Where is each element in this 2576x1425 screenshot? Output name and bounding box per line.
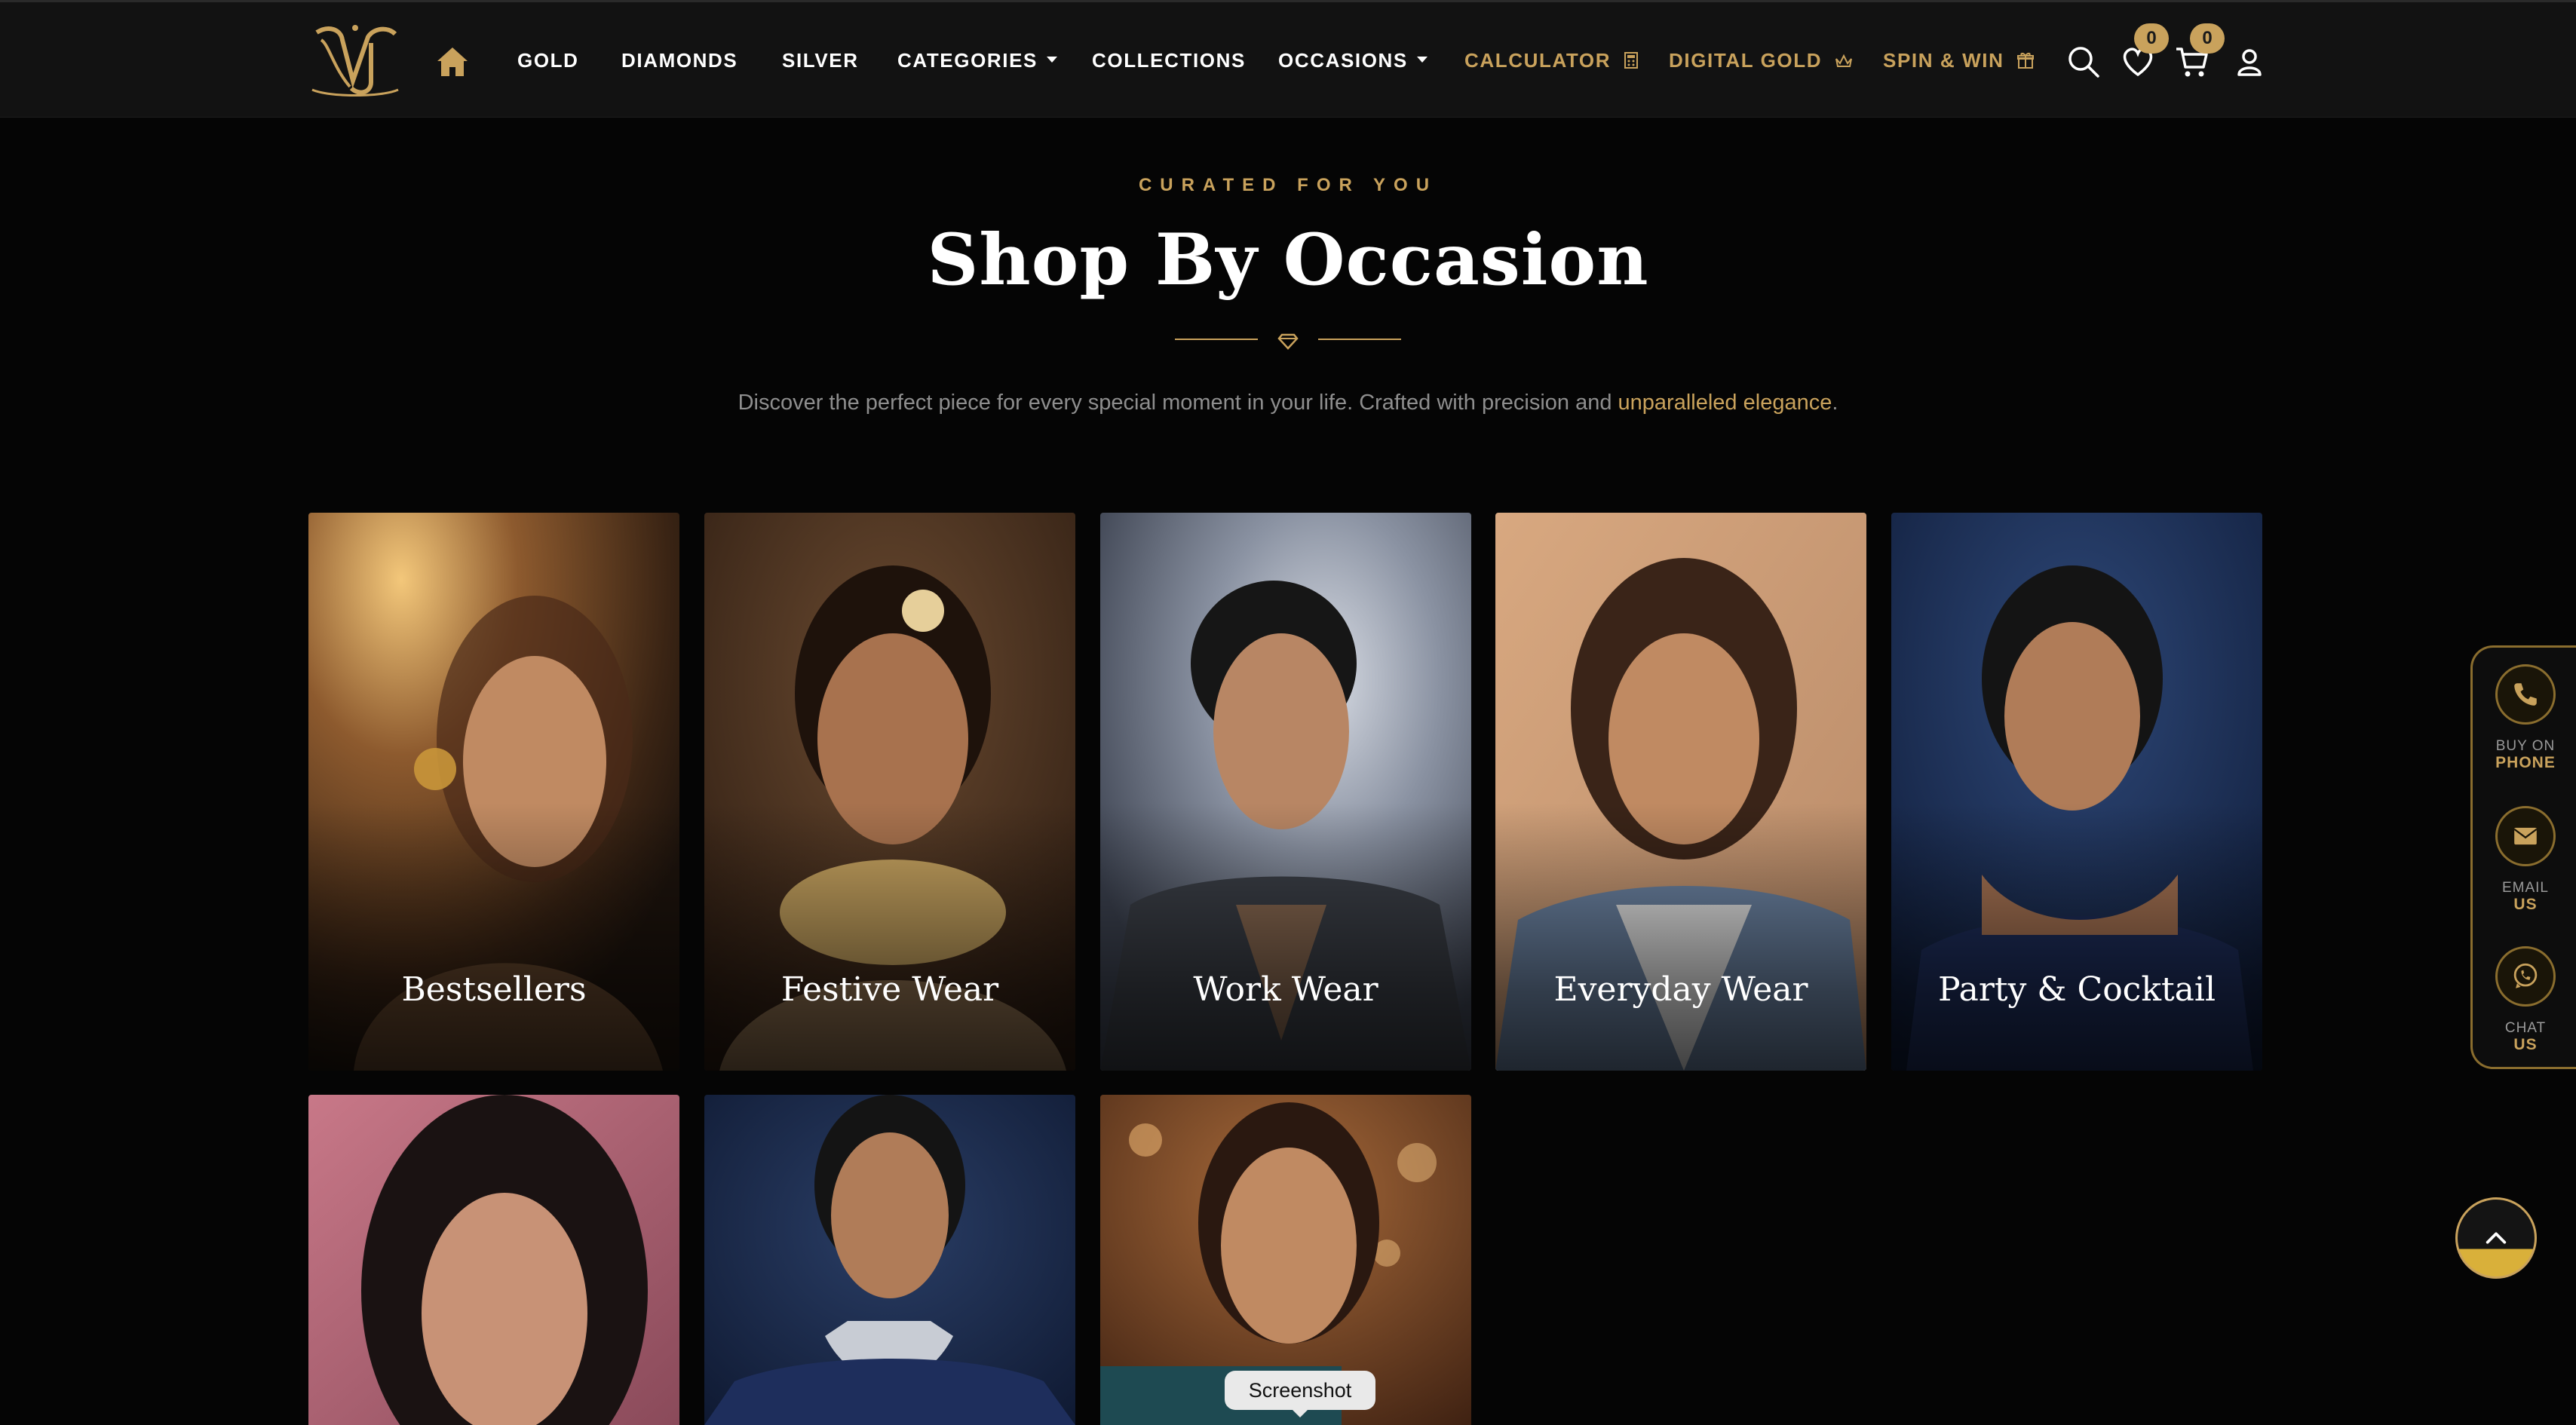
occasion-card-party-cocktail[interactable]: Party & Cocktail bbox=[1891, 513, 2262, 1071]
chat-us-button[interactable] bbox=[2495, 946, 2556, 1007]
chat-us-label: CHAT US bbox=[2473, 1020, 2576, 1053]
buy-on-phone-button[interactable] bbox=[2495, 664, 2556, 725]
nav-spin-win-label: SPIN & WIN bbox=[1883, 49, 2004, 72]
nav-digital-gold-label: DIGITAL GOLD bbox=[1669, 49, 1823, 72]
subtitle-suffix: . bbox=[1832, 391, 1838, 415]
crown-icon bbox=[1835, 54, 1852, 67]
nav-digital-gold[interactable]: DIGITAL GOLD bbox=[1669, 48, 1853, 73]
chevron-up-icon bbox=[2486, 1232, 2507, 1244]
email-us-button[interactable] bbox=[2495, 806, 2556, 866]
brand-logo[interactable] bbox=[306, 22, 404, 99]
card-shade bbox=[1495, 802, 1866, 1071]
nav-spin-win[interactable]: SPIN & WIN bbox=[1883, 48, 2035, 73]
section-title: Shop By Occasion bbox=[927, 219, 1649, 302]
wishlist-count-badge: 0 bbox=[2134, 23, 2169, 54]
card-label: Everyday Wear bbox=[1553, 970, 1808, 1009]
envelope-icon bbox=[2513, 827, 2538, 845]
section-eyebrow: CURATED FOR YOU bbox=[1138, 175, 1438, 195]
dock-chat-bottom: US bbox=[2513, 1036, 2538, 1053]
occasion-card-festive-wear[interactable]: Festive Wear bbox=[704, 513, 1075, 1071]
card-shade bbox=[308, 802, 679, 1071]
chevron-down-icon bbox=[1416, 57, 1428, 63]
nav-categories[interactable]: CATEGORIES bbox=[897, 48, 1057, 73]
occasion-card[interactable] bbox=[704, 1095, 1075, 1425]
occasion-card[interactable] bbox=[308, 1095, 679, 1425]
nav-calculator-label: CALCULATOR bbox=[1464, 49, 1612, 72]
dock-phone-top: BUY ON bbox=[2495, 738, 2556, 754]
back-to-top-button[interactable] bbox=[2455, 1197, 2537, 1279]
nav-calculator[interactable]: CALCULATOR bbox=[1464, 48, 1639, 73]
nav-occasions-label: OCCASIONS bbox=[1278, 49, 1408, 72]
top-navbar: GOLD DIAMONDS SILVER CATEGORIES COLLECTI… bbox=[0, 0, 2576, 118]
occasion-card-work-wear[interactable]: Work Wear bbox=[1100, 513, 1471, 1071]
card-label: Work Wear bbox=[1193, 970, 1378, 1009]
user-icon[interactable] bbox=[2232, 44, 2267, 79]
chevron-down-icon bbox=[1046, 57, 1057, 63]
card-label: Bestsellers bbox=[401, 970, 587, 1009]
card-label: Festive Wear bbox=[780, 970, 999, 1009]
dock-email-top: EMAIL bbox=[2501, 880, 2550, 896]
search-icon[interactable] bbox=[2066, 44, 2101, 79]
subtitle-text: Discover the perfect piece for every spe… bbox=[738, 391, 1618, 415]
nav-categories-label: CATEGORIES bbox=[897, 49, 1038, 72]
screenshot-tooltip: Screenshot bbox=[1225, 1371, 1375, 1417]
occasion-card-everyday-wear[interactable]: Everyday Wear bbox=[1495, 513, 1866, 1071]
buy-on-phone-label: BUY ON PHONE bbox=[2473, 738, 2576, 771]
dock-phone-bottom: PHONE bbox=[2495, 754, 2556, 771]
phone-icon bbox=[2514, 683, 2537, 706]
nav-occasions[interactable]: OCCASIONS bbox=[1278, 48, 1428, 73]
occasion-card-bestsellers[interactable]: Bestsellers bbox=[308, 513, 679, 1071]
occasion-photo bbox=[308, 1095, 679, 1425]
nav-gold[interactable]: GOLD bbox=[517, 48, 579, 73]
cart-count-badge: 0 bbox=[2190, 23, 2225, 54]
nav-silver[interactable]: SILVER bbox=[782, 48, 859, 73]
diamond-divider-icon bbox=[1175, 333, 1401, 350]
occasion-photo bbox=[704, 1095, 1075, 1425]
gift-icon bbox=[2017, 52, 2035, 69]
card-label: Party & Cocktail bbox=[1937, 970, 2216, 1009]
dock-chat-top: CHAT bbox=[2504, 1020, 2547, 1036]
card-shade bbox=[1891, 802, 2262, 1071]
contact-dock: BUY ON PHONE EMAIL US CHAT US bbox=[2470, 645, 2576, 1069]
whatsapp-icon bbox=[2513, 963, 2538, 988]
card-shade bbox=[1100, 802, 1471, 1071]
subtitle-accent: unparalleled elegance bbox=[1618, 391, 1832, 415]
nav-collections[interactable]: COLLECTIONS bbox=[1092, 48, 1246, 73]
calculator-icon bbox=[1624, 52, 1638, 69]
card-shade bbox=[704, 802, 1075, 1071]
home-icon[interactable] bbox=[436, 46, 469, 78]
dock-email-bottom: US bbox=[2513, 896, 2538, 913]
nav-diamonds[interactable]: DIAMONDS bbox=[621, 48, 738, 73]
email-us-label: EMAIL US bbox=[2473, 880, 2576, 913]
section-subtitle: Discover the perfect piece for every spe… bbox=[0, 391, 2576, 415]
